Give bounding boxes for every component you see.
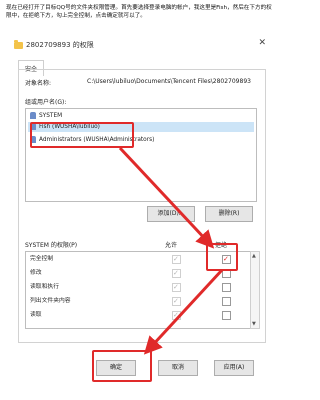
user-icon — [30, 112, 36, 119]
allow-checkbox[interactable]: ✓ — [172, 283, 181, 292]
check-icon: ✓ — [173, 297, 179, 305]
security-panel: 对象名称: C:\Users\lubiluo\Documents\Tencent… — [18, 69, 266, 343]
highlight-deny-full-control — [206, 243, 238, 271]
scroll-up-icon[interactable]: ▲ — [252, 253, 256, 259]
perm-name: 列出文件夹内容 — [30, 298, 71, 304]
permissions-dialog: 2802709893 的权限 ✕ 安全 对象名称: C:\Users\lubil… — [8, 36, 274, 388]
allow-header: 允许 — [165, 242, 178, 249]
check-icon: ✓ — [173, 255, 179, 263]
perm-name: 修改 — [30, 270, 42, 276]
highlight-fish-user — [30, 122, 134, 148]
cancel-button[interactable]: 取消 — [158, 360, 198, 376]
instruction-text: 现在已经打开了目标QQ号的文件夹权限管理。首先要选择登录电脑的帐户，我这里是Fi… — [6, 5, 272, 19]
perm-name: 完全控制 — [30, 256, 54, 262]
perm-row-read-execute: 读取和执行 ✓ — [26, 281, 250, 293]
highlight-ok-button — [92, 350, 152, 382]
perm-name: 读取 — [30, 312, 42, 318]
folder-icon — [14, 40, 23, 49]
permissions-scrollbar[interactable]: ▲ ▼ — [250, 251, 260, 329]
scroll-down-icon[interactable]: ▼ — [252, 321, 256, 327]
dialog-title: 2802709893 的权限 — [26, 41, 94, 49]
apply-button[interactable]: 应用(A) — [214, 360, 254, 376]
title-bar: 2802709893 的权限 ✕ — [8, 36, 274, 54]
deny-checkbox[interactable] — [222, 283, 231, 292]
user-label: SYSTEM — [39, 113, 63, 119]
perm-name: 读取和执行 — [30, 284, 59, 290]
check-icon: ✓ — [173, 283, 179, 291]
allow-checkbox[interactable]: ✓ — [172, 297, 181, 306]
object-name-value: C:\Users\lubiluo\Documents\Tencent Files… — [87, 78, 251, 85]
deny-checkbox[interactable] — [222, 297, 231, 306]
perm-row-read: 读取 ✓ — [26, 309, 250, 321]
group-user-label: 组或用户名(G): — [25, 99, 67, 106]
user-item-system[interactable]: SYSTEM — [28, 111, 254, 121]
deny-checkbox[interactable] — [222, 311, 231, 320]
allow-checkbox[interactable]: ✓ — [172, 269, 181, 278]
check-icon: ✓ — [173, 311, 179, 319]
close-icon[interactable]: ✕ — [258, 38, 266, 48]
object-name-label: 对象名称: — [25, 80, 52, 87]
allow-checkbox[interactable]: ✓ — [172, 311, 181, 320]
allow-checkbox[interactable]: ✓ — [172, 255, 181, 264]
permissions-label: SYSTEM 的权限(P) — [25, 242, 78, 249]
check-icon: ✓ — [173, 269, 179, 277]
remove-button[interactable]: 删除(R) — [205, 206, 253, 222]
perm-row-list-folder: 列出文件夹内容 ✓ — [26, 295, 250, 307]
add-button[interactable]: 添加(D)... — [147, 206, 195, 222]
